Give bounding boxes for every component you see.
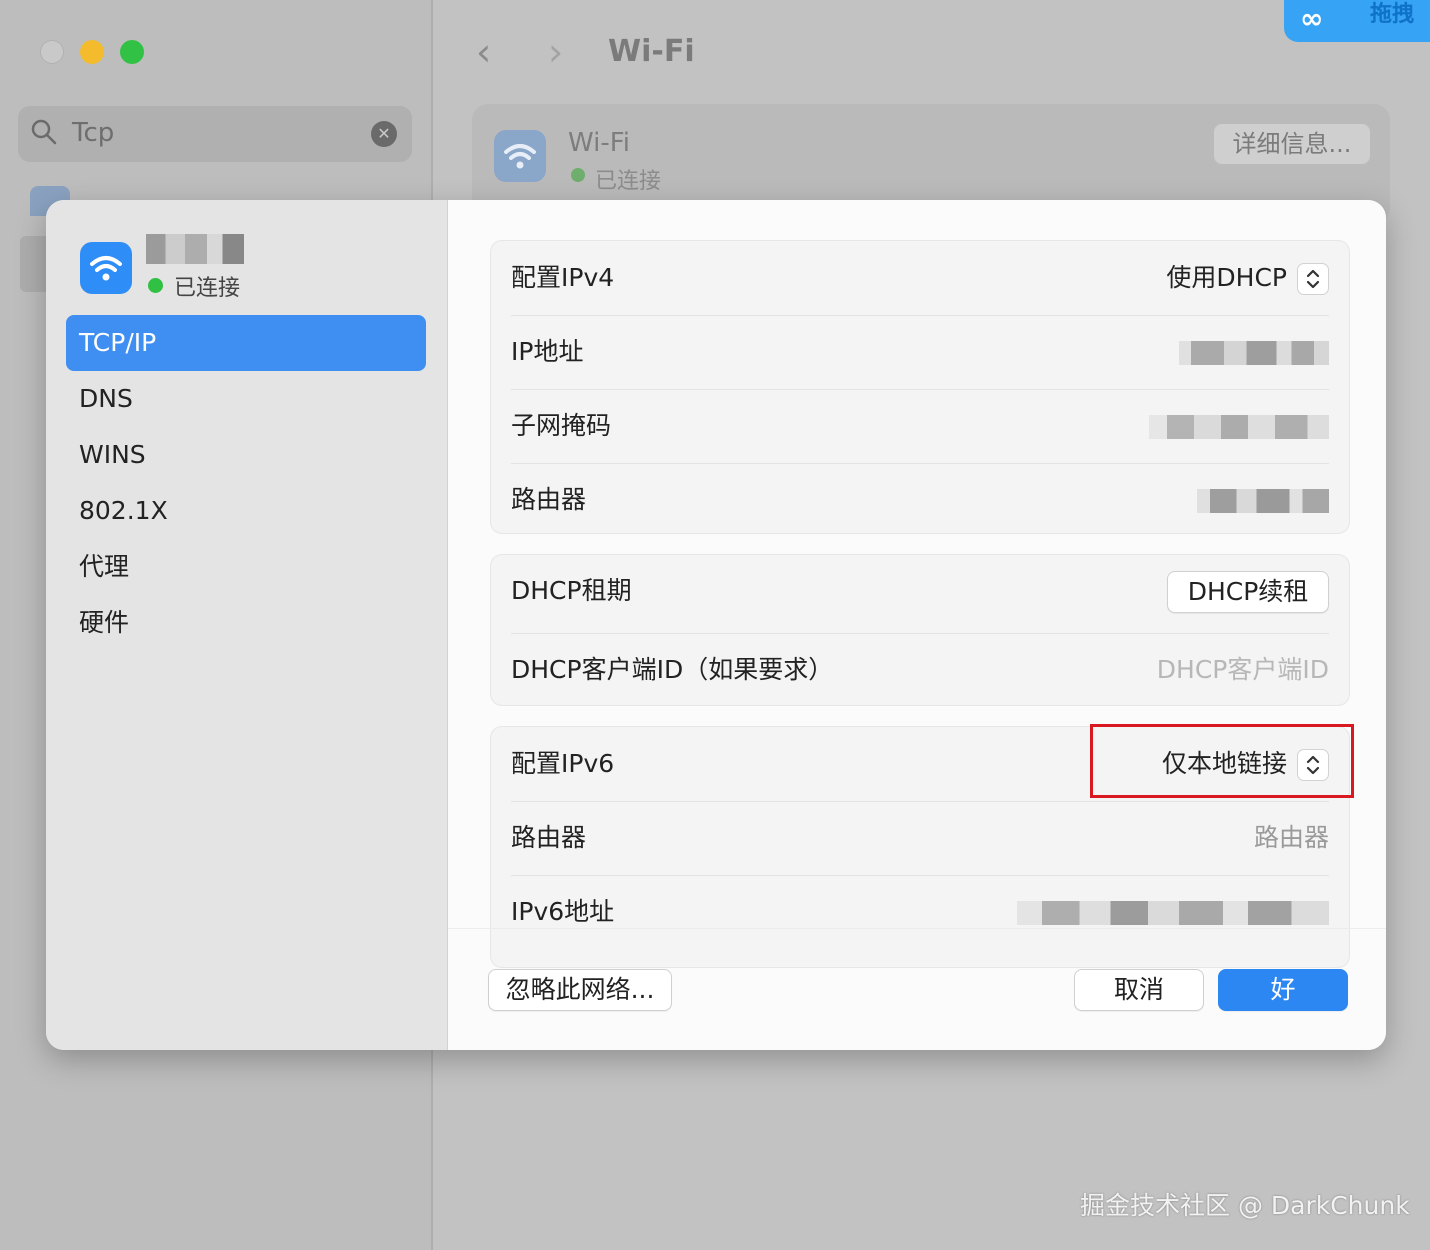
configure-ipv4-label: 配置IPv4 xyxy=(511,263,615,292)
tcpip-dialog: 已连接 TCP/IP DNS WINS 802.1X 代理 硬件 配置IPv4 … xyxy=(46,200,1386,1050)
app-badge-text: 拖拽 xyxy=(1370,2,1415,27)
sidebar-item-proxy[interactable]: 代理 xyxy=(66,539,426,595)
dhcp-renew-button[interactable]: DHCP续租 xyxy=(1167,571,1329,613)
configure-ipv4-row: 配置IPv4 使用DHCP xyxy=(511,241,1329,316)
ip-address-row: IP地址 xyxy=(511,315,1329,390)
infinity-icon: ∞ xyxy=(1300,2,1324,35)
ip-address-redacted xyxy=(1179,341,1329,365)
ipv6-router-row: 路由器 路由器 xyxy=(511,801,1329,876)
dhcp-client-id-input[interactable]: DHCP客户端ID xyxy=(1157,633,1329,707)
wifi-icon xyxy=(80,242,132,294)
page-title: Wi-Fi xyxy=(608,34,695,69)
chevron-updown-icon[interactable] xyxy=(1297,263,1329,295)
dhcp-client-id-row: DHCP客户端ID（如果要求） DHCP客户端ID xyxy=(511,633,1329,707)
ipv4-group: 配置IPv4 使用DHCP IP地址 子网掩码 路由器 xyxy=(490,240,1350,534)
sidebar-item-wins[interactable]: WINS xyxy=(66,427,426,483)
router-row: 路由器 xyxy=(511,463,1329,537)
watermark: 掘金技术社区 @ DarkChunk xyxy=(1080,1191,1410,1220)
search-input-value[interactable]: Tcp xyxy=(72,118,114,148)
sidebar-item-hardware[interactable]: 硬件 xyxy=(66,595,426,651)
footer-divider xyxy=(448,928,1386,929)
connected-status-dot xyxy=(571,168,585,182)
dhcp-lease-row: DHCP租期 DHCP续租 xyxy=(511,555,1329,634)
window-zoom-button[interactable] xyxy=(120,40,144,64)
clear-search-icon[interactable]: ✕ xyxy=(371,121,397,147)
forget-network-button[interactable]: 忽略此网络... xyxy=(488,969,672,1011)
ipv6-address-redacted xyxy=(1017,901,1329,925)
dialog-content: 配置IPv4 使用DHCP IP地址 子网掩码 路由器 DHCP租期 DHCP续… xyxy=(448,200,1386,1050)
details-button[interactable]: 详细信息... xyxy=(1214,124,1370,164)
dhcp-lease-label: DHCP租期 xyxy=(511,576,632,605)
forward-chevron-icon[interactable]: › xyxy=(548,30,563,74)
router-redacted xyxy=(1197,489,1329,513)
back-chevron-icon[interactable]: ‹ xyxy=(476,30,491,74)
configure-ipv4-select[interactable]: 使用DHCP xyxy=(1166,241,1287,315)
ip-address-label: IP地址 xyxy=(511,337,584,366)
subnet-mask-row: 子网掩码 xyxy=(511,389,1329,464)
ipv6-address-label: IPv6地址 xyxy=(511,897,615,926)
search-icon xyxy=(30,118,58,146)
cancel-button[interactable]: 取消 xyxy=(1074,969,1204,1011)
sidebar-item-8021x[interactable]: 802.1X xyxy=(66,483,426,539)
dhcp-group: DHCP租期 DHCP续租 DHCP客户端ID（如果要求） DHCP客户端ID xyxy=(490,554,1350,706)
dialog-sidebar: 已连接 TCP/IP DNS WINS 802.1X 代理 硬件 xyxy=(46,200,448,1050)
ipv6-router-label: 路由器 xyxy=(511,823,587,852)
sidebar-item-dns[interactable]: DNS xyxy=(66,371,426,427)
network-name-redacted xyxy=(146,234,244,264)
wifi-name: Wi-Fi xyxy=(568,128,631,158)
subnet-mask-label: 子网掩码 xyxy=(511,411,612,440)
sidebar-item-tcpip[interactable]: TCP/IP xyxy=(66,315,426,371)
configure-ipv6-label: 配置IPv6 xyxy=(511,749,615,778)
connected-status-dot xyxy=(148,278,163,293)
subnet-mask-redacted xyxy=(1149,415,1329,439)
window-minimize-button[interactable] xyxy=(80,40,104,64)
ipv6-address-row: IPv6地址 xyxy=(511,875,1329,949)
wifi-icon xyxy=(494,130,546,182)
network-status: 已连接 xyxy=(174,276,241,301)
router-label: 路由器 xyxy=(511,485,587,514)
ipv6-router-input[interactable]: 路由器 xyxy=(1254,801,1329,875)
wifi-status: 已连接 xyxy=(595,169,662,194)
dhcp-client-id-label: DHCP客户端ID（如果要求） xyxy=(511,655,834,684)
window-close-button[interactable] xyxy=(40,40,64,64)
ok-button[interactable]: 好 xyxy=(1218,969,1348,1011)
annotation-highlight-box xyxy=(1090,724,1354,798)
